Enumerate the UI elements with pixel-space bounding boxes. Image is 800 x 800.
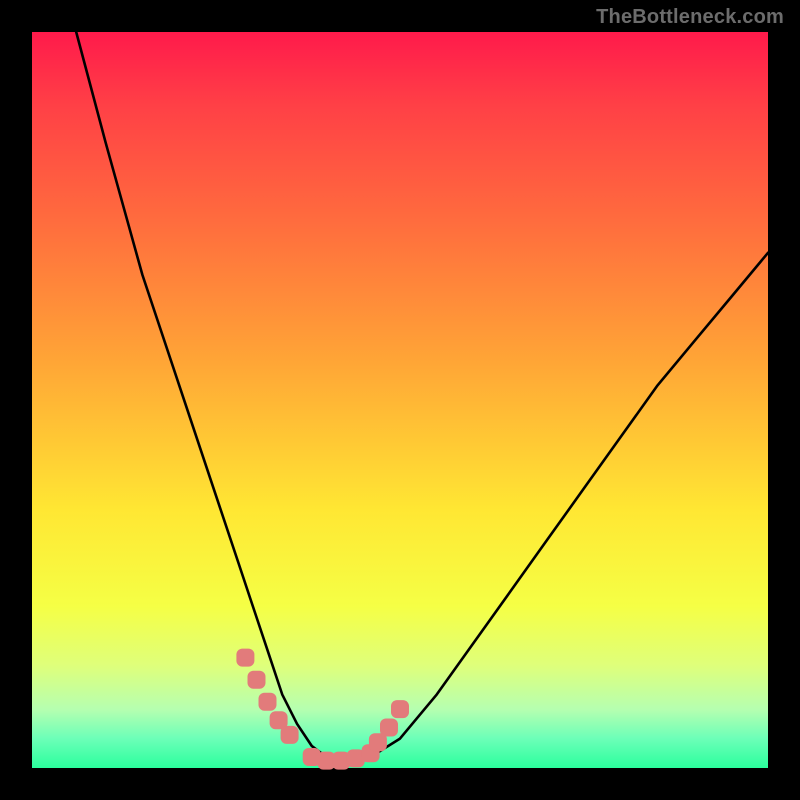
chart-frame: TheBottleneck.com bbox=[0, 0, 800, 800]
highlight-marker bbox=[236, 649, 254, 667]
highlight-marker bbox=[259, 693, 277, 711]
chart-plot-area bbox=[32, 32, 768, 768]
highlight-marker bbox=[380, 719, 398, 737]
chart-svg bbox=[32, 32, 768, 768]
highlight-marker bbox=[281, 726, 299, 744]
marker-layer bbox=[236, 649, 409, 770]
highlight-marker bbox=[391, 700, 409, 718]
highlight-marker bbox=[248, 671, 266, 689]
curve-layer bbox=[76, 32, 768, 761]
watermark-text: TheBottleneck.com bbox=[596, 6, 784, 29]
bottleneck-curve bbox=[76, 32, 768, 761]
